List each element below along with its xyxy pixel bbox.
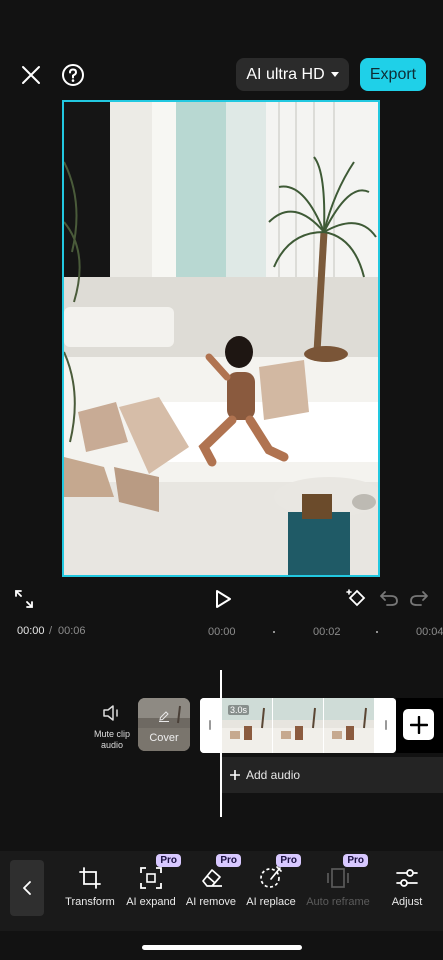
export-label: Export	[369, 65, 417, 83]
home-indicator	[142, 945, 302, 950]
ruler-tick-0: 00:00	[208, 626, 236, 638]
cover-label: Cover	[149, 732, 179, 744]
chevron-left-icon	[23, 881, 31, 895]
tool-label: Adjust	[391, 896, 423, 908]
eraser-icon	[202, 869, 222, 887]
cover-button[interactable]: Cover	[138, 698, 190, 751]
time-separator: /	[49, 625, 53, 637]
video-preview[interactable]	[62, 100, 380, 577]
tool-label: AI replace	[246, 896, 296, 908]
pro-badge: Pro	[156, 854, 181, 867]
mute-clip-audio-button[interactable]: Mute clip audio	[88, 705, 136, 751]
ruler-tick-1: 00:02	[313, 626, 341, 638]
undo-button[interactable]	[377, 586, 401, 610]
tool-label: AI expand	[126, 896, 176, 908]
clip-handle-left[interactable]	[200, 698, 222, 753]
back-button[interactable]	[10, 860, 44, 916]
play-icon	[216, 590, 231, 608]
crop-icon	[79, 867, 101, 889]
pro-badge: Pro	[276, 854, 301, 867]
fullscreen-button[interactable]	[12, 587, 36, 611]
expand-icon	[140, 867, 162, 889]
keyframe-icon	[346, 589, 366, 607]
fullscreen-icon	[15, 590, 33, 608]
chevron-down-icon	[330, 72, 339, 77]
add-audio-label: Add audio	[246, 768, 301, 782]
speaker-icon	[103, 705, 118, 721]
preview-image	[64, 102, 378, 575]
pro-badge: Pro	[343, 854, 368, 867]
tool-ai-remove[interactable]: Pro AI remove	[179, 854, 243, 908]
reframe-icon	[327, 868, 349, 888]
pro-badge: Pro	[216, 854, 241, 867]
add-audio-button[interactable]: Add audio	[222, 757, 443, 793]
help-button[interactable]	[58, 60, 88, 90]
mute-clip-audio-label: Mute clip audio	[93, 729, 130, 750]
tool-transform[interactable]: Transform	[58, 863, 122, 908]
undo-icon	[380, 591, 398, 606]
quality-dropdown[interactable]: AI ultra HD	[236, 58, 349, 91]
total-time: 00:06	[58, 625, 86, 637]
close-button[interactable]	[16, 60, 46, 90]
pencil-icon	[159, 711, 169, 722]
video-clip[interactable]: 3.0s	[200, 698, 396, 753]
ruler-tick-2: 00:04	[416, 626, 443, 638]
close-icon	[22, 66, 40, 84]
tool-adjust[interactable]: Adjust	[375, 863, 439, 908]
tool-label: AI remove	[185, 896, 237, 908]
clip-duration: 3.0s	[228, 705, 250, 715]
ruler-dot	[376, 631, 378, 633]
add-clip-button[interactable]	[403, 709, 434, 740]
export-button[interactable]: Export	[360, 58, 426, 91]
redo-icon	[410, 591, 428, 606]
keyframe-button[interactable]	[345, 586, 369, 610]
current-time: 00:00	[17, 625, 45, 637]
playhead[interactable]	[220, 670, 222, 817]
quality-label: AI ultra HD	[246, 65, 325, 83]
handle-grip	[385, 720, 387, 730]
plus-icon	[230, 770, 240, 780]
tool-ai-replace[interactable]: Pro AI replace	[239, 854, 303, 908]
tool-ai-expand[interactable]: Pro AI expand	[119, 854, 183, 908]
sliders-icon	[396, 869, 418, 887]
ruler-dot	[273, 631, 275, 633]
handle-grip	[209, 720, 211, 730]
help-icon	[62, 64, 84, 86]
tool-label: Auto reframe	[306, 896, 370, 908]
tool-auto-reframe[interactable]: Pro Auto reframe	[306, 854, 370, 908]
replace-icon	[260, 866, 282, 888]
redo-button[interactable]	[407, 586, 431, 610]
plus-icon	[409, 715, 428, 734]
tool-label: Transform	[65, 896, 115, 908]
play-button[interactable]	[210, 586, 236, 612]
